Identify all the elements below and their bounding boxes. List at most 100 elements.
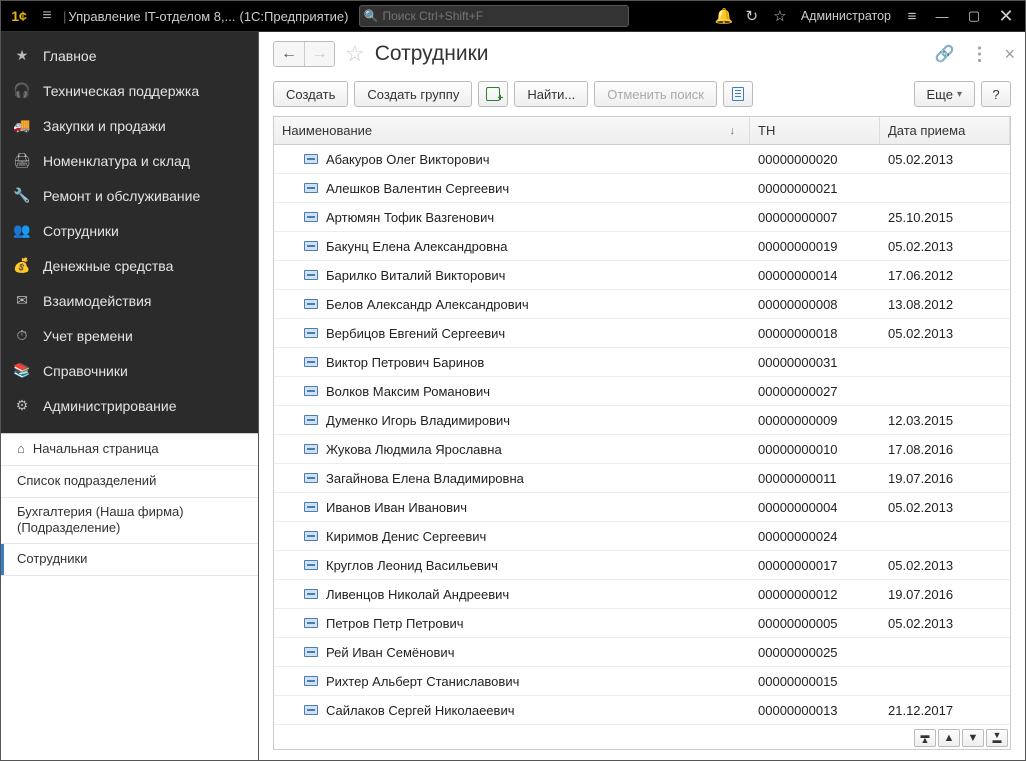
column-header-tn[interactable]: ТН	[750, 117, 880, 144]
close-page-button[interactable]: ×	[1004, 44, 1015, 65]
nav-icon: 🚚	[13, 117, 31, 135]
cell-name: Круглов Леонид Васильевич	[326, 558, 498, 573]
star-icon[interactable]: ☆	[345, 41, 365, 67]
nav-icon: 📚	[13, 362, 31, 380]
table-row[interactable]: Вербицов Евгений Сергеевич0000000001805.…	[274, 319, 1010, 348]
cell-tn: 00000000024	[750, 529, 880, 544]
table-row[interactable]: Ливенцов Николай Андреевич0000000001219.…	[274, 580, 1010, 609]
bell-icon[interactable]: 🔔	[711, 3, 737, 29]
table-row[interactable]: Абакуров Олег Викторович0000000002005.02…	[274, 145, 1010, 174]
cell-name: Жукова Людмила Ярославна	[326, 442, 502, 457]
cell-tn: 00000000008	[750, 297, 880, 312]
column-header-name[interactable]: Наименование ↓	[274, 117, 750, 144]
table-row[interactable]: Рихтер Альберт Станиславович00000000015	[274, 667, 1010, 696]
back-button[interactable]: ←	[274, 42, 304, 66]
minimize-button[interactable]: —	[927, 3, 957, 29]
table-row[interactable]: Виктор Петрович Баринов00000000031	[274, 348, 1010, 377]
copy-button[interactable]	[478, 81, 508, 107]
cell-date: 19.07.2016	[880, 587, 1010, 602]
column-header-date[interactable]: Дата приема	[880, 117, 1010, 144]
user-label[interactable]: Администратор	[795, 9, 897, 23]
sub-item-departments[interactable]: Список подразделений	[1, 466, 258, 498]
cell-tn: 00000000017	[750, 558, 880, 573]
list-button[interactable]	[723, 81, 753, 107]
nav-item-8[interactable]: ⏱Учет времени	[1, 318, 258, 353]
cell-date: 19.07.2016	[880, 471, 1010, 486]
table-row[interactable]: Жукова Людмила Ярославна0000000001017.08…	[274, 435, 1010, 464]
table-row[interactable]: Иванов Иван Иванович0000000000405.02.201…	[274, 493, 1010, 522]
nav-item-1[interactable]: 🎧Техническая поддержка	[1, 73, 258, 108]
nav-item-3[interactable]: 🖨Номенклатура и склад	[1, 143, 258, 178]
page-bottom-button[interactable]: ▼▬	[986, 729, 1008, 747]
favorite-icon[interactable]: ☆	[767, 3, 793, 29]
nav-item-9[interactable]: 📚Справочники	[1, 353, 258, 388]
forward-button[interactable]: →	[304, 42, 334, 66]
item-icon	[304, 676, 318, 686]
nav-buttons: ← →	[273, 41, 335, 67]
nav-item-5[interactable]: 👥Сотрудники	[1, 213, 258, 248]
titlebar: 1¢ ≡ | Управление IT-отделом 8,... (1С:П…	[1, 1, 1025, 31]
table-row[interactable]: Рей Иван Семёнович00000000025	[274, 638, 1010, 667]
page-down-button[interactable]: ▼	[962, 729, 984, 747]
page-top-button[interactable]: ▬▲	[914, 729, 936, 747]
nav-item-10[interactable]: ⚙Администрирование	[1, 388, 258, 423]
menu-icon[interactable]: ≡	[33, 7, 61, 25]
table-row[interactable]: Волков Максим Романович00000000027	[274, 377, 1010, 406]
search-input[interactable]	[382, 9, 623, 23]
settings-icon[interactable]: ≡	[899, 3, 925, 29]
create-button[interactable]: Создать	[273, 81, 348, 107]
table-row[interactable]: Думенко Игорь Владимирович0000000000912.…	[274, 406, 1010, 435]
table-row[interactable]: Артюмян Тофик Вазгенович0000000000725.10…	[274, 203, 1010, 232]
table-row[interactable]: Петров Петр Петрович0000000000505.02.201…	[274, 609, 1010, 638]
cell-tn: 00000000004	[750, 500, 880, 515]
kebab-icon[interactable]: ⋮	[970, 44, 988, 65]
nav-label: Денежные средства	[43, 258, 173, 274]
nav-item-6[interactable]: 💰Денежные средства	[1, 248, 258, 283]
table-row[interactable]: Загайнова Елена Владимировна000000000111…	[274, 464, 1010, 493]
nav-item-7[interactable]: ✉Взаимодействия	[1, 283, 258, 318]
table-row[interactable]: Круглов Леонид Васильевич 0000000001705.0…	[274, 551, 1010, 580]
nav-item-2[interactable]: 🚚Закупки и продажи	[1, 108, 258, 143]
page-up-button[interactable]: ▲	[938, 729, 960, 747]
window-close-button[interactable]: ✕	[991, 3, 1021, 29]
find-button[interactable]: Найти...	[514, 81, 588, 107]
cell-date: 05.02.2013	[880, 616, 1010, 631]
sub-item-accounting[interactable]: Бухгалтерия (Наша фирма) (Подразделение)	[1, 498, 258, 544]
cancel-search-button[interactable]: Отменить поиск	[594, 81, 717, 107]
item-icon	[304, 270, 318, 280]
cell-date: 05.02.2013	[880, 500, 1010, 515]
table-row[interactable]: Киримов Денис Сергеевич 00000000024	[274, 522, 1010, 551]
cell-name: Ливенцов Николай Андреевич	[326, 587, 509, 602]
cell-tn: 00000000014	[750, 268, 880, 283]
sub-item-employees[interactable]: Сотрудники	[1, 544, 258, 576]
nav-icon: 🖨	[13, 152, 31, 170]
cell-date: 12.03.2015	[880, 413, 1010, 428]
sub-nav: ⌂ Начальная страница Список подразделени…	[1, 433, 258, 760]
cell-date: 05.02.2013	[880, 558, 1010, 573]
table-row[interactable]: Барилко Виталий Викторович0000000001417.…	[274, 261, 1010, 290]
cell-tn: 00000000005	[750, 616, 880, 631]
nav-item-0[interactable]: ★Главное	[1, 38, 258, 73]
home-icon: ⌂	[17, 441, 25, 457]
item-icon	[304, 531, 318, 541]
nav-item-4[interactable]: 🔧Ремонт и обслуживание	[1, 178, 258, 213]
table-row[interactable]: Белов Александр Александрович00000000008…	[274, 290, 1010, 319]
history-icon[interactable]: ↻	[739, 3, 765, 29]
global-search[interactable]: 🔍	[359, 5, 629, 27]
create-group-button[interactable]: Создать группу	[354, 81, 472, 107]
link-icon[interactable]: 🔗	[935, 44, 955, 64]
nav-icon: ✉	[13, 292, 31, 310]
table-row[interactable]: Алешков Валентин Сергеевич00000000021	[274, 174, 1010, 203]
table-row[interactable]: Сайлаков Сергей Николаеевич0000000001321…	[274, 696, 1010, 725]
home-label: Начальная страница	[33, 441, 159, 457]
cell-name: Рихтер Альберт Станиславович	[326, 674, 519, 689]
home-page-link[interactable]: ⌂ Начальная страница	[1, 434, 258, 466]
more-button[interactable]: Еще▾	[914, 81, 975, 107]
maximize-button[interactable]: ▢	[959, 3, 989, 29]
table-body[interactable]: Абакуров Олег Викторович0000000002005.02…	[274, 145, 1010, 749]
help-button[interactable]: ?	[981, 81, 1011, 107]
table-row[interactable]: Бакунц Елена Александровна0000000001905.…	[274, 232, 1010, 261]
cell-name: Киримов Денис Сергеевич	[326, 529, 486, 544]
page-header: ← → ☆ Сотрудники 🔗 ⋮ ×	[259, 32, 1025, 76]
cell-name: Загайнова Елена Владимировна	[326, 471, 524, 486]
